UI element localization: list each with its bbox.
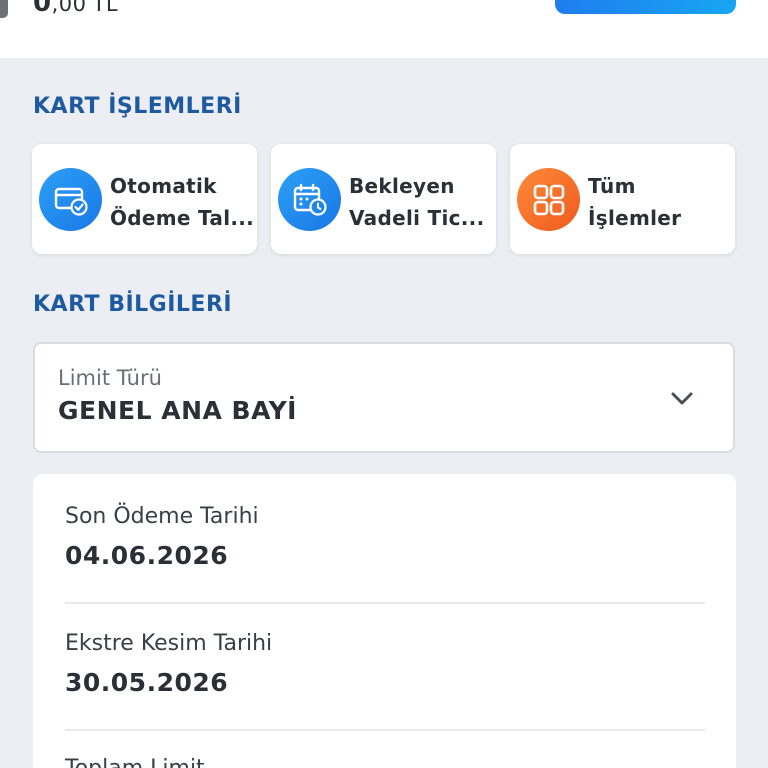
section-title-card-operations: KART İŞLEMLERİ bbox=[33, 94, 242, 119]
chevron-down-icon bbox=[671, 392, 693, 405]
total-limit-label: Toplam Limit bbox=[65, 756, 705, 768]
statement-date-row: Ekstre Kesim Tarihi 30.05.2026 bbox=[65, 631, 705, 697]
due-date-value: 04.06.2026 bbox=[65, 541, 229, 570]
limit-type-value: GENEL ANA BAYİ bbox=[58, 396, 297, 425]
auto-payment-card-icon bbox=[39, 168, 102, 231]
section-title-card-info: KART BİLGİLERİ bbox=[33, 292, 233, 317]
card-details-panel: Son Ödeme Tarihi 04.06.2026 Ekstre Kesim… bbox=[33, 474, 736, 768]
calendar-pending-icon bbox=[278, 168, 341, 231]
action-label: Tüm İşlemler bbox=[588, 174, 682, 230]
total-limit-row: Toplam Limit bbox=[65, 756, 705, 768]
action-auto-payment-request[interactable]: Otomatik Ödeme Tal... bbox=[32, 144, 257, 254]
grid-apps-icon bbox=[517, 168, 580, 231]
scroll-edge-marker bbox=[0, 0, 8, 18]
statement-date-label: Ekstre Kesim Tarihi bbox=[65, 631, 273, 656]
primary-action-button[interactable] bbox=[555, 0, 736, 14]
divider bbox=[65, 602, 705, 604]
limit-type-label: Limit Türü bbox=[58, 366, 162, 390]
action-label: Otomatik Ödeme Tal... bbox=[110, 174, 252, 230]
balance-amount: 0,00 TL bbox=[33, 0, 119, 18]
action-label: Bekleyen Vadeli Tic... bbox=[349, 174, 485, 230]
action-all-transactions[interactable]: Tüm İşlemler bbox=[510, 144, 735, 254]
due-date-row: Son Ödeme Tarihi 04.06.2026 bbox=[65, 504, 705, 570]
statement-date-value: 30.05.2026 bbox=[65, 668, 229, 697]
account-summary-strip: 0,00 TL bbox=[0, 0, 768, 58]
limit-type-select[interactable]: Limit Türü GENEL ANA BAYİ bbox=[33, 342, 735, 453]
due-date-label: Son Ödeme Tarihi bbox=[65, 504, 259, 529]
action-pending-forward-transactions[interactable]: Bekleyen Vadeli Tic... bbox=[271, 144, 496, 254]
divider bbox=[65, 729, 705, 731]
